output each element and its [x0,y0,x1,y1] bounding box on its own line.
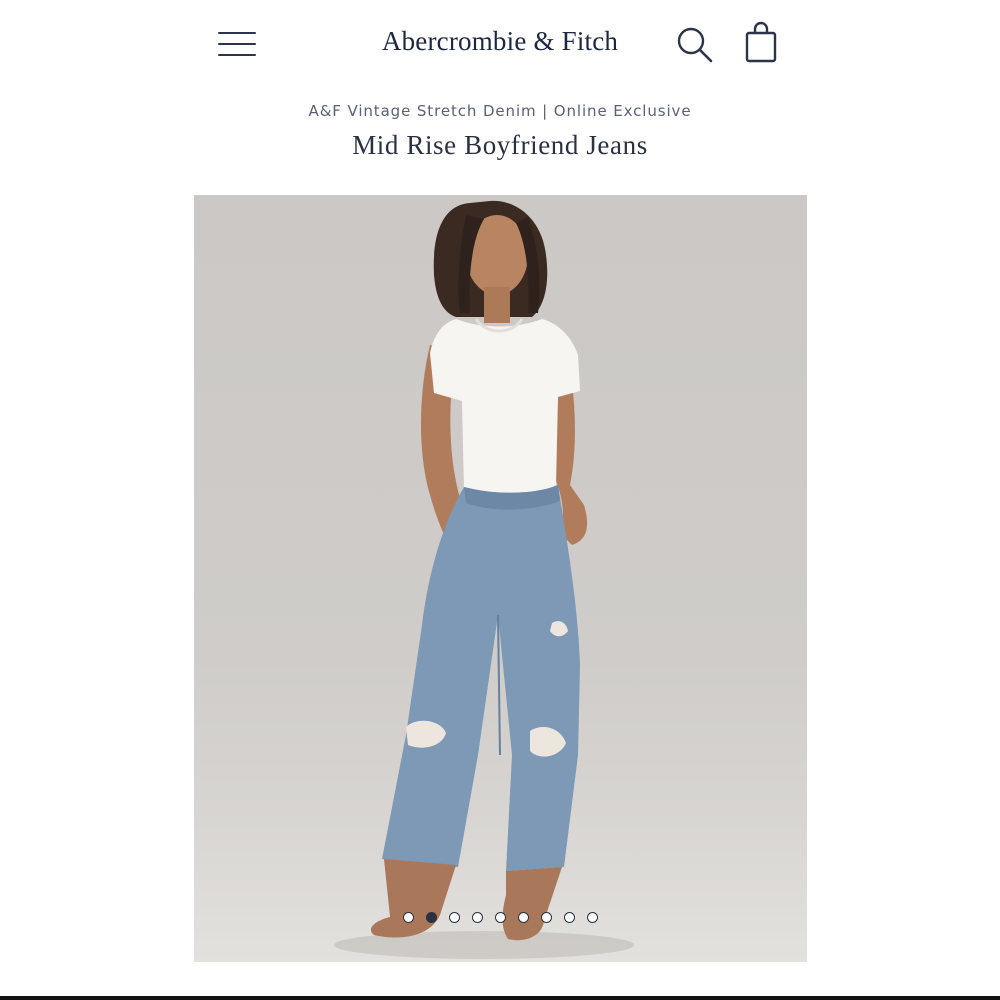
bottom-divider [0,996,1000,1000]
pagination-dot[interactable] [494,912,506,923]
pagination-dot[interactable] [517,912,529,923]
pagination-dot[interactable] [471,912,483,923]
hamburger-menu-icon[interactable] [214,26,260,62]
pagination-dot[interactable] [586,912,598,923]
pagination-dot[interactable] [540,912,552,923]
product-title: Mid Rise Boyfriend Jeans [352,130,648,160]
pagination-dot[interactable] [425,912,437,923]
product-collection: A&F Vintage Stretch Denim | Online Exclu… [308,102,692,120]
search-icon[interactable] [672,22,716,66]
product-image[interactable] [194,195,807,962]
image-pagination [0,912,1000,923]
model-photo [334,200,634,959]
brand-logo[interactable]: Abercrombie & Fitch [300,26,700,57]
pagination-dot[interactable] [448,912,460,923]
pagination-dot[interactable] [563,912,575,923]
top-header: Abercrombie & Fitch [0,0,1000,90]
pagination-dot[interactable] [402,912,414,923]
shopping-bag-icon[interactable] [740,20,782,66]
